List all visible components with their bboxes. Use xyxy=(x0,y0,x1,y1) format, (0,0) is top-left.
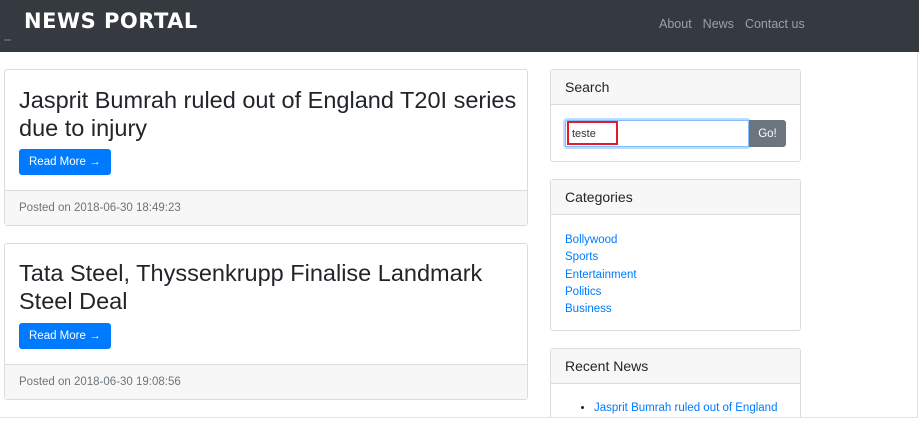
post-title[interactable]: Tata Steel, Thyssenkrupp Finalise Landma… xyxy=(19,260,519,315)
nav-links: About News Contact us xyxy=(659,17,816,31)
search-input[interactable] xyxy=(565,120,749,147)
navbar-toggler-mark xyxy=(4,39,11,41)
category-link-entertainment[interactable]: Entertainment xyxy=(565,269,637,281)
recent-news-widget: Recent News Jasprit Bumrah ruled out of … xyxy=(550,348,801,417)
categories-title: Categories xyxy=(551,180,800,215)
category-link-bollywood[interactable]: Bollywood xyxy=(565,234,617,246)
brand-logo[interactable]: NEWS PORTAL xyxy=(24,9,198,33)
post-card: Jasprit Bumrah ruled out of England T20I… xyxy=(4,69,528,226)
categories-widget: Categories Bollywood Sports Entertainmen… xyxy=(550,179,801,331)
category-link-business[interactable]: Business xyxy=(565,303,612,315)
search-go-button[interactable]: Go! xyxy=(749,120,786,147)
nav-link-contact[interactable]: Contact us xyxy=(745,17,805,31)
recent-news-link[interactable]: Jasprit Bumrah ruled out of England xyxy=(594,402,777,414)
post-card: Tata Steel, Thyssenkrupp Finalise Landma… xyxy=(4,243,528,400)
category-link-sports[interactable]: Sports xyxy=(565,251,598,263)
category-link-politics[interactable]: Politics xyxy=(565,286,601,298)
recent-news-list: Jasprit Bumrah ruled out of England xyxy=(583,400,777,417)
search-widget: Search Go! xyxy=(550,69,801,162)
read-more-button[interactable]: Read More → xyxy=(19,149,111,175)
recent-news-title: Recent News xyxy=(551,349,800,384)
categories-list: Bollywood Sports Entertainment Politics … xyxy=(565,232,637,318)
search-title: Search xyxy=(551,70,800,105)
nav-link-about[interactable]: About xyxy=(659,17,692,31)
post-meta: Posted on 2018-06-30 18:49:23 xyxy=(5,190,527,225)
post-meta: Posted on 2018-06-30 19:08:56 xyxy=(5,364,527,399)
read-more-button[interactable]: Read More → xyxy=(19,323,111,349)
nav-link-news[interactable]: News xyxy=(703,17,734,31)
navbar: NEWS PORTAL About News Contact us xyxy=(0,0,919,52)
post-title[interactable]: Jasprit Bumrah ruled out of England T20I… xyxy=(19,87,519,142)
